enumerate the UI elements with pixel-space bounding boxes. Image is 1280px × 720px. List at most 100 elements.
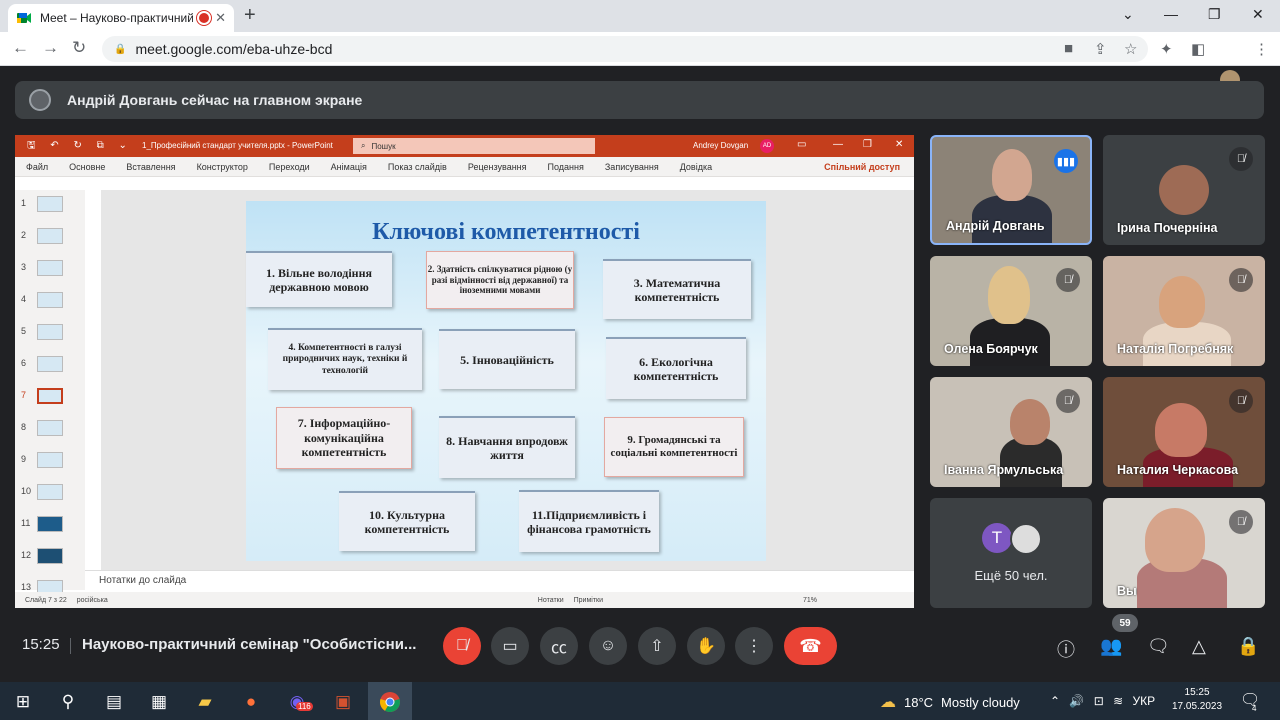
browser-toolbar: ← → ↻ 🔒 meet.google.com/eba-uhze-bcd ■ ⇪… <box>0 32 1280 90</box>
notification-count: 4 <box>1252 704 1257 713</box>
search-icon[interactable]: ⚲ <box>55 689 81 715</box>
camera-toggle-button[interactable]: ▭ <box>491 627 529 665</box>
competence-card-11: 11.Підприємливість і фінансова грамотніс… <box>519 490 659 552</box>
menu-icon[interactable]: ⋮ <box>1254 40 1269 58</box>
zoom-level: 71% <box>803 596 818 604</box>
self-tile[interactable]: 🎙̸ Вы <box>1103 498 1265 608</box>
weather-temp: 18°C <box>904 694 934 710</box>
ppt-titlebar: 🖫 ↶ ↻ ⧉ ⌄ 1_Професійний стандарт учителя… <box>15 135 914 157</box>
host-controls-icon[interactable]: 🔒 <box>1237 636 1259 657</box>
participant-tile[interactable]: ▮▮▮ Андрій Довгань <box>930 135 1092 245</box>
firefox-icon[interactable]: ● <box>238 689 264 715</box>
participant-tile[interactable]: 🎙̸ Олена Боярчук <box>930 256 1092 366</box>
participant-name: Наталия Черкасова <box>1117 463 1239 477</box>
forward-icon[interactable]: → <box>42 38 59 58</box>
thumb-item: 5 <box>21 324 63 340</box>
participant-tile[interactable]: 🎙̸ Ірина Почерніна <box>1103 135 1265 245</box>
meeting-details-icon[interactable]: ⓘ <box>1057 636 1075 662</box>
language-indicator: російська <box>76 596 108 604</box>
ribbon-tab: Показ слайдів <box>387 161 447 172</box>
network-icon[interactable]: ⊡ <box>1094 694 1104 708</box>
ribbon-tab: Файл <box>26 161 49 172</box>
thumb-item: 12 <box>21 548 63 564</box>
input-language[interactable]: УКР <box>1133 694 1156 708</box>
end-call-button[interactable]: ☎ <box>784 627 837 665</box>
people-icon[interactable]: 👥 <box>1100 636 1122 657</box>
competence-card-9: 9. Громадянські та соціальні компетентно… <box>604 417 744 477</box>
ppt-user-name: Andrey Dovgan <box>693 141 749 150</box>
camera-icon[interactable]: ■ <box>1064 40 1073 57</box>
raise-hand-button[interactable]: ✋ <box>687 627 725 665</box>
address-bar[interactable]: 🔒 meet.google.com/eba-uhze-bcd <box>102 36 1148 62</box>
file-explorer-icon[interactable]: ▰ <box>192 689 218 715</box>
tray-chevron-icon[interactable]: ⌃ <box>1050 694 1060 708</box>
system-tray: ⌃ 🔊 ⊡ ≋ УКР <box>1050 694 1155 708</box>
thumb-item: 2 <box>21 228 63 244</box>
side-panel-icon[interactable]: ◧ <box>1191 40 1205 58</box>
close-window-button[interactable]: ✕ <box>1252 6 1264 23</box>
tab-search-icon[interactable]: ⌄ <box>1122 6 1134 23</box>
new-tab-button[interactable]: + <box>244 4 256 27</box>
presenting-text: Андрій Довгань сейчас на главном экране <box>67 92 363 108</box>
ppt-search-box: ⌕ Пошук <box>353 138 595 154</box>
chrome-icon[interactable] <box>377 689 403 715</box>
divider <box>70 638 71 654</box>
ribbon-tab: Подання <box>547 161 584 172</box>
search-icon: ⌕ <box>361 141 366 150</box>
close-tab-button[interactable]: ✕ <box>215 10 226 26</box>
more-options-button[interactable]: ⋮ <box>735 627 773 665</box>
participant-tile[interactable]: 🎙̸ Наталия Черкасова <box>1103 377 1265 487</box>
thumb-item: 9 <box>21 452 63 468</box>
activities-icon[interactable]: △ <box>1192 636 1206 657</box>
volume-icon[interactable]: 🔊 <box>1069 694 1084 708</box>
ppt-filename: 1_Професійний стандарт учителя.pptx - Po… <box>142 141 333 150</box>
tab-title: Meet – Науково-практичний <box>40 11 194 25</box>
participant-tile[interactable]: 🎙̸ Іванна Ярмульська <box>930 377 1092 487</box>
notes-pane: Нотатки до слайда <box>85 570 914 590</box>
slide: Ключові компетентності 1. Вільне володін… <box>246 201 766 561</box>
participant-tile[interactable]: 🎙̸ Наталія Погребняк <box>1103 256 1265 366</box>
bookmark-star-icon[interactable]: ☆ <box>1124 40 1137 58</box>
recording-icon <box>199 13 210 23</box>
wifi-icon[interactable]: ≋ <box>1113 694 1123 708</box>
more-participants-tile[interactable]: T Ещё 50 чел. <box>930 498 1092 608</box>
reload-icon[interactable]: ↻ <box>72 38 86 58</box>
meeting-time: 15:25 <box>22 636 60 653</box>
windows-start-icon[interactable]: ⊞ <box>10 689 36 715</box>
ribbon-tab: Анімація <box>330 161 367 172</box>
participant-photo-avatar <box>1010 523 1042 555</box>
ppt-close-icon: ✕ <box>895 139 904 150</box>
ppt-minimize-icon: — <box>833 139 843 150</box>
clock[interactable]: 15:25 17.05.2023 <box>1172 686 1222 714</box>
captions-button[interactable]: ㏄ <box>540 627 578 665</box>
competence-card-7: 7. Інформаційно-комунікаційна компетентн… <box>276 407 412 469</box>
participant-name: Наталія Погребняк <box>1117 342 1234 356</box>
mic-toggle-button[interactable]: 🎙̸ <box>443 627 481 665</box>
slide-title: Ключові компетентності <box>372 219 640 245</box>
thumb-item: 6 <box>21 356 63 372</box>
weather-text: Mostly cloudy <box>941 694 1020 710</box>
browser-tab[interactable]: Meet – Науково-практичний ✕ <box>8 4 234 32</box>
ppt-restore-icon: ❐ <box>863 139 872 150</box>
participant-initial-avatar: T <box>982 523 1012 553</box>
ppt-ruler <box>246 180 766 190</box>
chat-icon[interactable]: 🗨 <box>1147 636 1170 657</box>
meet-favicon-icon <box>16 10 32 26</box>
share-icon[interactable]: ⇪ <box>1094 40 1107 58</box>
notification-center-icon[interactable]: 🗨 <box>1240 690 1260 710</box>
presenter-avatar <box>29 89 51 111</box>
weather-widget[interactable]: ☁ 18°C Mostly cloudy <box>880 692 1020 712</box>
thumb-item: 13 <box>21 580 63 596</box>
minimize-button[interactable]: — <box>1164 6 1178 22</box>
meet-control-bar: 15:25 Науково-практичний семінар "Особис… <box>0 614 1280 670</box>
store-icon[interactable]: ▦ <box>146 689 172 715</box>
competence-card-2: 2. Здатність спілкуватися рідною (у разі… <box>426 251 574 309</box>
reactions-button[interactable]: ☺ <box>589 627 627 665</box>
restore-button[interactable]: ❐ <box>1208 6 1221 23</box>
task-view-icon[interactable]: ▤ <box>101 689 127 715</box>
powerpoint-icon[interactable]: ▣ <box>330 689 356 715</box>
present-button[interactable]: ⇧ <box>638 627 676 665</box>
extensions-icon[interactable]: ✦ <box>1160 40 1173 58</box>
back-icon[interactable]: ← <box>12 38 29 58</box>
thumb-item: 1 <box>21 196 63 212</box>
